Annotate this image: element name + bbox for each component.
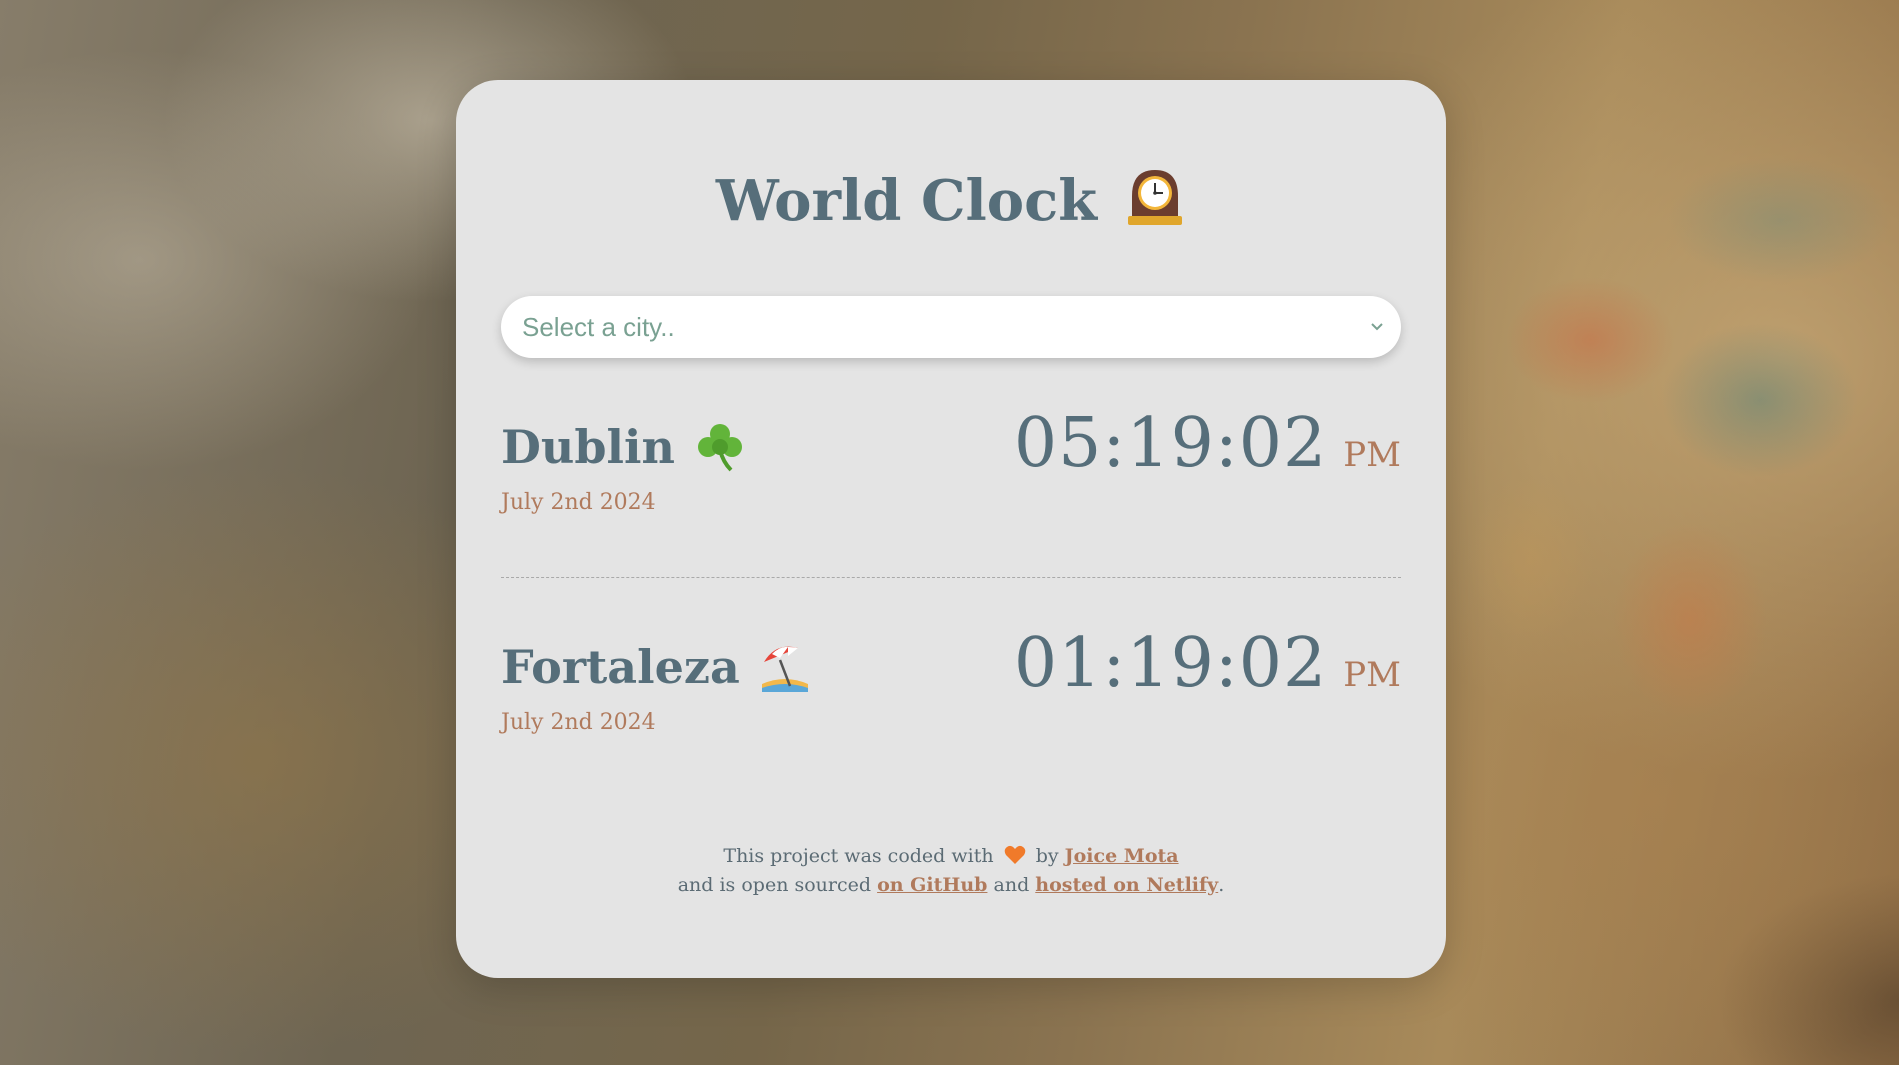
shamrock-icon [693,420,747,474]
city-select-placeholder: Select a city.. [522,312,675,342]
background-map-region [1440,60,1899,1065]
footer-line-2: and is open sourced on GitHub and hosted… [677,874,1225,896]
city-date: July 2nd 2024 [501,490,656,515]
city-time: 01:19:02 [1013,624,1328,703]
city-date: July 2nd 2024 [501,710,656,735]
city-divider [501,577,1401,578]
github-link[interactable]: on GitHub [877,874,987,896]
author-link[interactable]: Joice Mota [1065,845,1179,867]
header: World Clock [456,168,1446,248]
city-row-fortaleza: Fortaleza July 2nd 2024 01:19:02 PM [501,624,1401,782]
page-title: World Clock [715,168,1098,234]
world-clock-card: World Clock Select a city.. Dublin July … [456,80,1446,978]
footer: This project was coded with by Joice Mot… [456,842,1446,900]
chevron-down-icon[interactable] [1367,316,1387,336]
city-time: 05:19:02 [1013,404,1328,483]
orange-heart-icon [1004,845,1026,865]
city-name: Dublin [501,420,675,474]
mantelpiece-clock-icon [1124,166,1186,228]
footer-line-1: This project was coded with by Joice Mot… [723,845,1179,867]
city-row-dublin: Dublin July 2nd 2024 05:19:02 PM [501,404,1401,562]
city-ampm: PM [1343,655,1401,695]
netlify-link[interactable]: hosted on Netlify [1035,874,1218,896]
city-ampm: PM [1343,435,1401,475]
beach-umbrella-icon [758,640,812,694]
city-name: Fortaleza [501,640,740,694]
city-select[interactable]: Select a city.. [501,296,1401,358]
